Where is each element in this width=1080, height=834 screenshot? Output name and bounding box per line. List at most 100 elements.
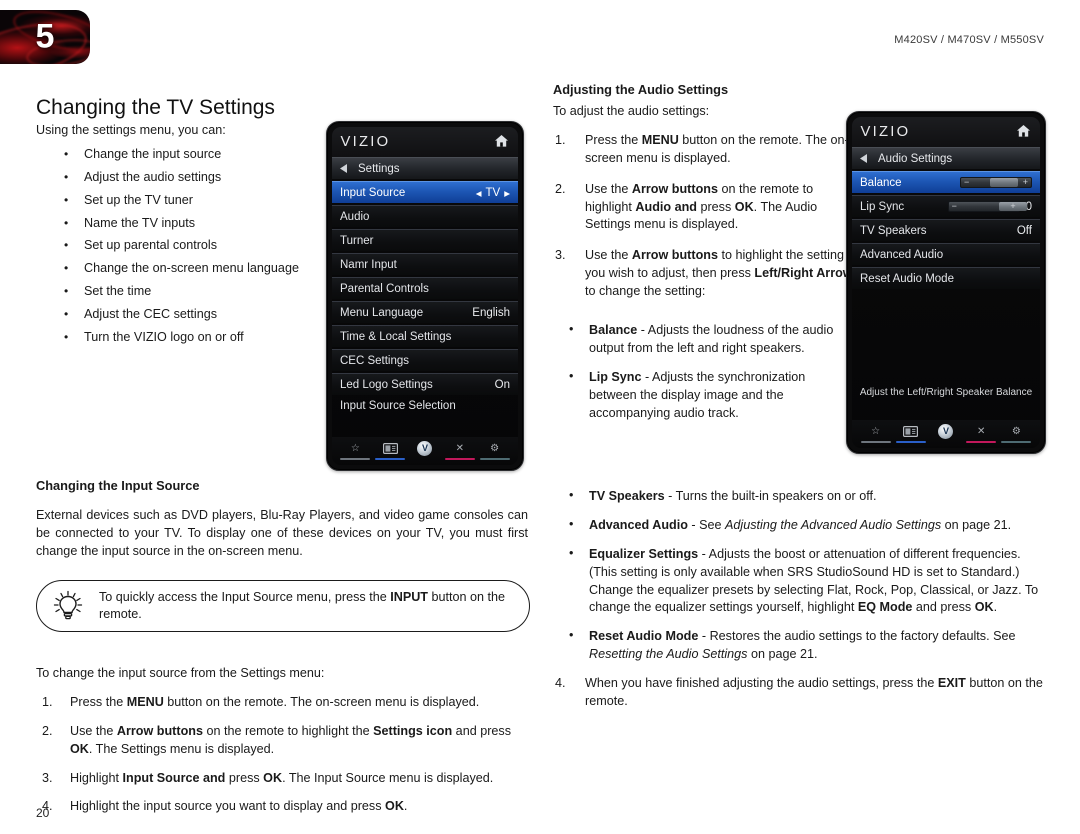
audio-menu-title: Audio Settings xyxy=(878,152,953,165)
home-icon[interactable] xyxy=(1016,124,1031,143)
slider-knob[interactable] xyxy=(990,178,1019,187)
menu-row-label: Turner xyxy=(340,234,374,247)
menu-row-label: Menu Language xyxy=(340,306,424,319)
tv-picture-button[interactable] xyxy=(894,425,928,443)
vizio-logo-button[interactable]: V xyxy=(929,424,963,444)
close-x-icon[interactable]: ✕ xyxy=(977,426,985,438)
audio-lead-text: To adjust the audio settings: xyxy=(553,104,710,118)
menu-row[interactable]: Advanced Audio xyxy=(852,243,1040,265)
menu-row-label: Led Logo Settings xyxy=(340,378,433,391)
capability-list-item: Adjust the audio settings xyxy=(36,168,326,187)
vizio-logo-button[interactable]: V xyxy=(408,441,442,461)
step-item: Press the MENU button on the remote. The… xyxy=(555,132,849,165)
gear-button[interactable]: ⚙ xyxy=(478,443,512,460)
steps-lead-text: To change the input source from the Sett… xyxy=(36,666,325,680)
menu-row[interactable]: TV Speakers Off xyxy=(852,219,1040,241)
menu-row[interactable]: CEC Settings xyxy=(332,349,518,371)
menu-row[interactable]: Reset Audio Mode xyxy=(852,267,1040,289)
slider-control[interactable]: − + xyxy=(947,201,1027,212)
audio-setting-bullet: TV Speakers - Turns the built-in speaker… xyxy=(553,487,1048,506)
lightbulb-icon xyxy=(37,590,99,622)
menu-row[interactable]: Led Logo Settings On xyxy=(332,373,518,395)
minus-icon[interactable]: − xyxy=(952,202,957,211)
step-item: Use the Arrow buttons to highlight the s… xyxy=(555,247,853,298)
menu-row-label: TV Speakers xyxy=(860,224,927,237)
tv-picture-icon[interactable] xyxy=(903,425,919,438)
capability-list-item: Name the TV inputs xyxy=(36,214,326,233)
vizio-wordmark: VIZIO xyxy=(860,124,911,140)
audio-settings-steps: Press the MENU button on the remote. The… xyxy=(553,132,853,301)
menu-row[interactable]: Input Source ◂ TV ▸ xyxy=(332,181,518,203)
capability-list-item: Change the input source xyxy=(36,145,326,164)
plus-icon[interactable]: + xyxy=(1010,202,1015,211)
close-x-button[interactable]: ✕ xyxy=(443,443,477,460)
gear-icon[interactable]: ⚙ xyxy=(1012,426,1021,438)
tv-picture-icon[interactable] xyxy=(382,442,398,455)
audio-menu-inner: VIZIO Audio Settings Balance − + Lip Sync − +… xyxy=(852,117,1040,448)
audio-menu-brandbar: VIZIO xyxy=(852,117,1040,147)
page-title: Changing the TV Settings xyxy=(36,96,275,120)
input-source-steps-block: To change the input source from the Sett… xyxy=(36,665,536,827)
right-arrow-icon[interactable]: ▸ xyxy=(504,186,510,200)
audio-setting-term: Lip Sync xyxy=(589,369,642,384)
audio-settings-heading: Adjusting the Audio Settings xyxy=(553,82,729,97)
capability-list-item: Set up parental controls xyxy=(36,236,326,255)
tip-text-before: To quickly access the Input Source menu,… xyxy=(99,590,391,605)
slider-control[interactable]: − + xyxy=(960,177,1032,188)
tv-settings-menu-screenshot: VIZIO Settings Input Source ◂ TV ▸ Audio Turn… xyxy=(326,121,524,471)
capability-list-item: Change the on-screen menu language xyxy=(36,259,326,278)
menu-row-label: CEC Settings xyxy=(340,354,410,367)
menu-row[interactable]: Audio xyxy=(332,205,518,227)
menu-row-label: Reset Audio Mode xyxy=(860,272,954,285)
menu-row[interactable]: Balance − + xyxy=(852,171,1040,193)
chapter-badge: 5 xyxy=(0,10,90,64)
settings-menu-titlebar: Settings xyxy=(332,157,518,179)
left-lead-text: Using the settings menu, you can: xyxy=(36,123,226,137)
minus-icon[interactable]: − xyxy=(964,178,969,187)
star-button[interactable]: ☆ xyxy=(338,443,372,460)
menu-row[interactable]: Lip Sync − +0 xyxy=(852,195,1040,217)
gear-icon[interactable]: ⚙ xyxy=(490,443,499,455)
menu-row[interactable]: Namr Input xyxy=(332,253,518,275)
audio-setting-bullet: Equalizer Settings - Adjusts the boost o… xyxy=(553,545,1048,618)
menu-row[interactable]: Parental Controls xyxy=(332,277,518,299)
plus-icon[interactable]: + xyxy=(1023,178,1028,187)
tab-underline xyxy=(931,442,961,444)
left-arrow-icon[interactable] xyxy=(340,160,348,178)
step-item: Highlight the input source you want to d… xyxy=(42,798,408,816)
tv-picture-button[interactable] xyxy=(373,442,407,460)
audio-setting-bullets-narrow: Balance - Adjusts the loudness of the au… xyxy=(553,312,853,433)
menu-row[interactable]: Turner xyxy=(332,229,518,251)
audio-menu-rows: Balance − + Lip Sync − +0 TV Speakers Off Advanc… xyxy=(852,171,1040,289)
capability-list-item: Set up the TV tuner xyxy=(36,191,326,210)
step-item: Use the Arrow buttons on the remote to h… xyxy=(555,181,818,232)
audio-setting-bullet: Balance - Adjusts the loudness of the au… xyxy=(553,321,853,358)
tip-callout-box: To quickly access the Input Source menu,… xyxy=(36,580,530,632)
menu-row-value: English xyxy=(472,306,510,319)
menu-row[interactable]: Menu Language English xyxy=(332,301,518,323)
vizio-logo-icon[interactable]: V xyxy=(938,424,954,439)
tab-underline xyxy=(410,459,440,461)
menu-row-label: Input Source xyxy=(340,186,406,199)
left-column: Using the settings menu, you can: Change… xyxy=(36,122,326,351)
input-source-steps: Press the MENU button on the remote. The… xyxy=(36,694,536,816)
star-button[interactable]: ☆ xyxy=(859,426,893,443)
menu-row-value: Off xyxy=(1016,224,1032,237)
close-x-icon[interactable]: ✕ xyxy=(456,443,464,455)
menu-row[interactable]: Time & Local Settings xyxy=(332,325,518,347)
audio-setting-bullet: Reset Audio Mode - Restores the audio se… xyxy=(553,627,1048,664)
left-arrow-icon[interactable] xyxy=(860,150,868,168)
menu-row-label: Lip Sync xyxy=(860,200,905,213)
tab-underline xyxy=(375,457,406,460)
value-stepper[interactable]: ◂ TV ▸ xyxy=(476,186,510,200)
home-icon[interactable] xyxy=(494,134,509,153)
chapter-number: 5 xyxy=(35,17,55,56)
gear-button[interactable]: ⚙ xyxy=(999,426,1033,443)
left-arrow-icon[interactable]: ◂ xyxy=(476,186,482,200)
close-x-button[interactable]: ✕ xyxy=(964,426,998,443)
star-icon[interactable]: ☆ xyxy=(871,426,880,438)
vizio-logo-icon[interactable]: V xyxy=(417,441,433,456)
star-icon[interactable]: ☆ xyxy=(351,443,360,455)
input-source-selection-label: Input Source Selection xyxy=(340,400,456,412)
audio-final-step: When you have finished adjusting the aud… xyxy=(553,675,1048,711)
